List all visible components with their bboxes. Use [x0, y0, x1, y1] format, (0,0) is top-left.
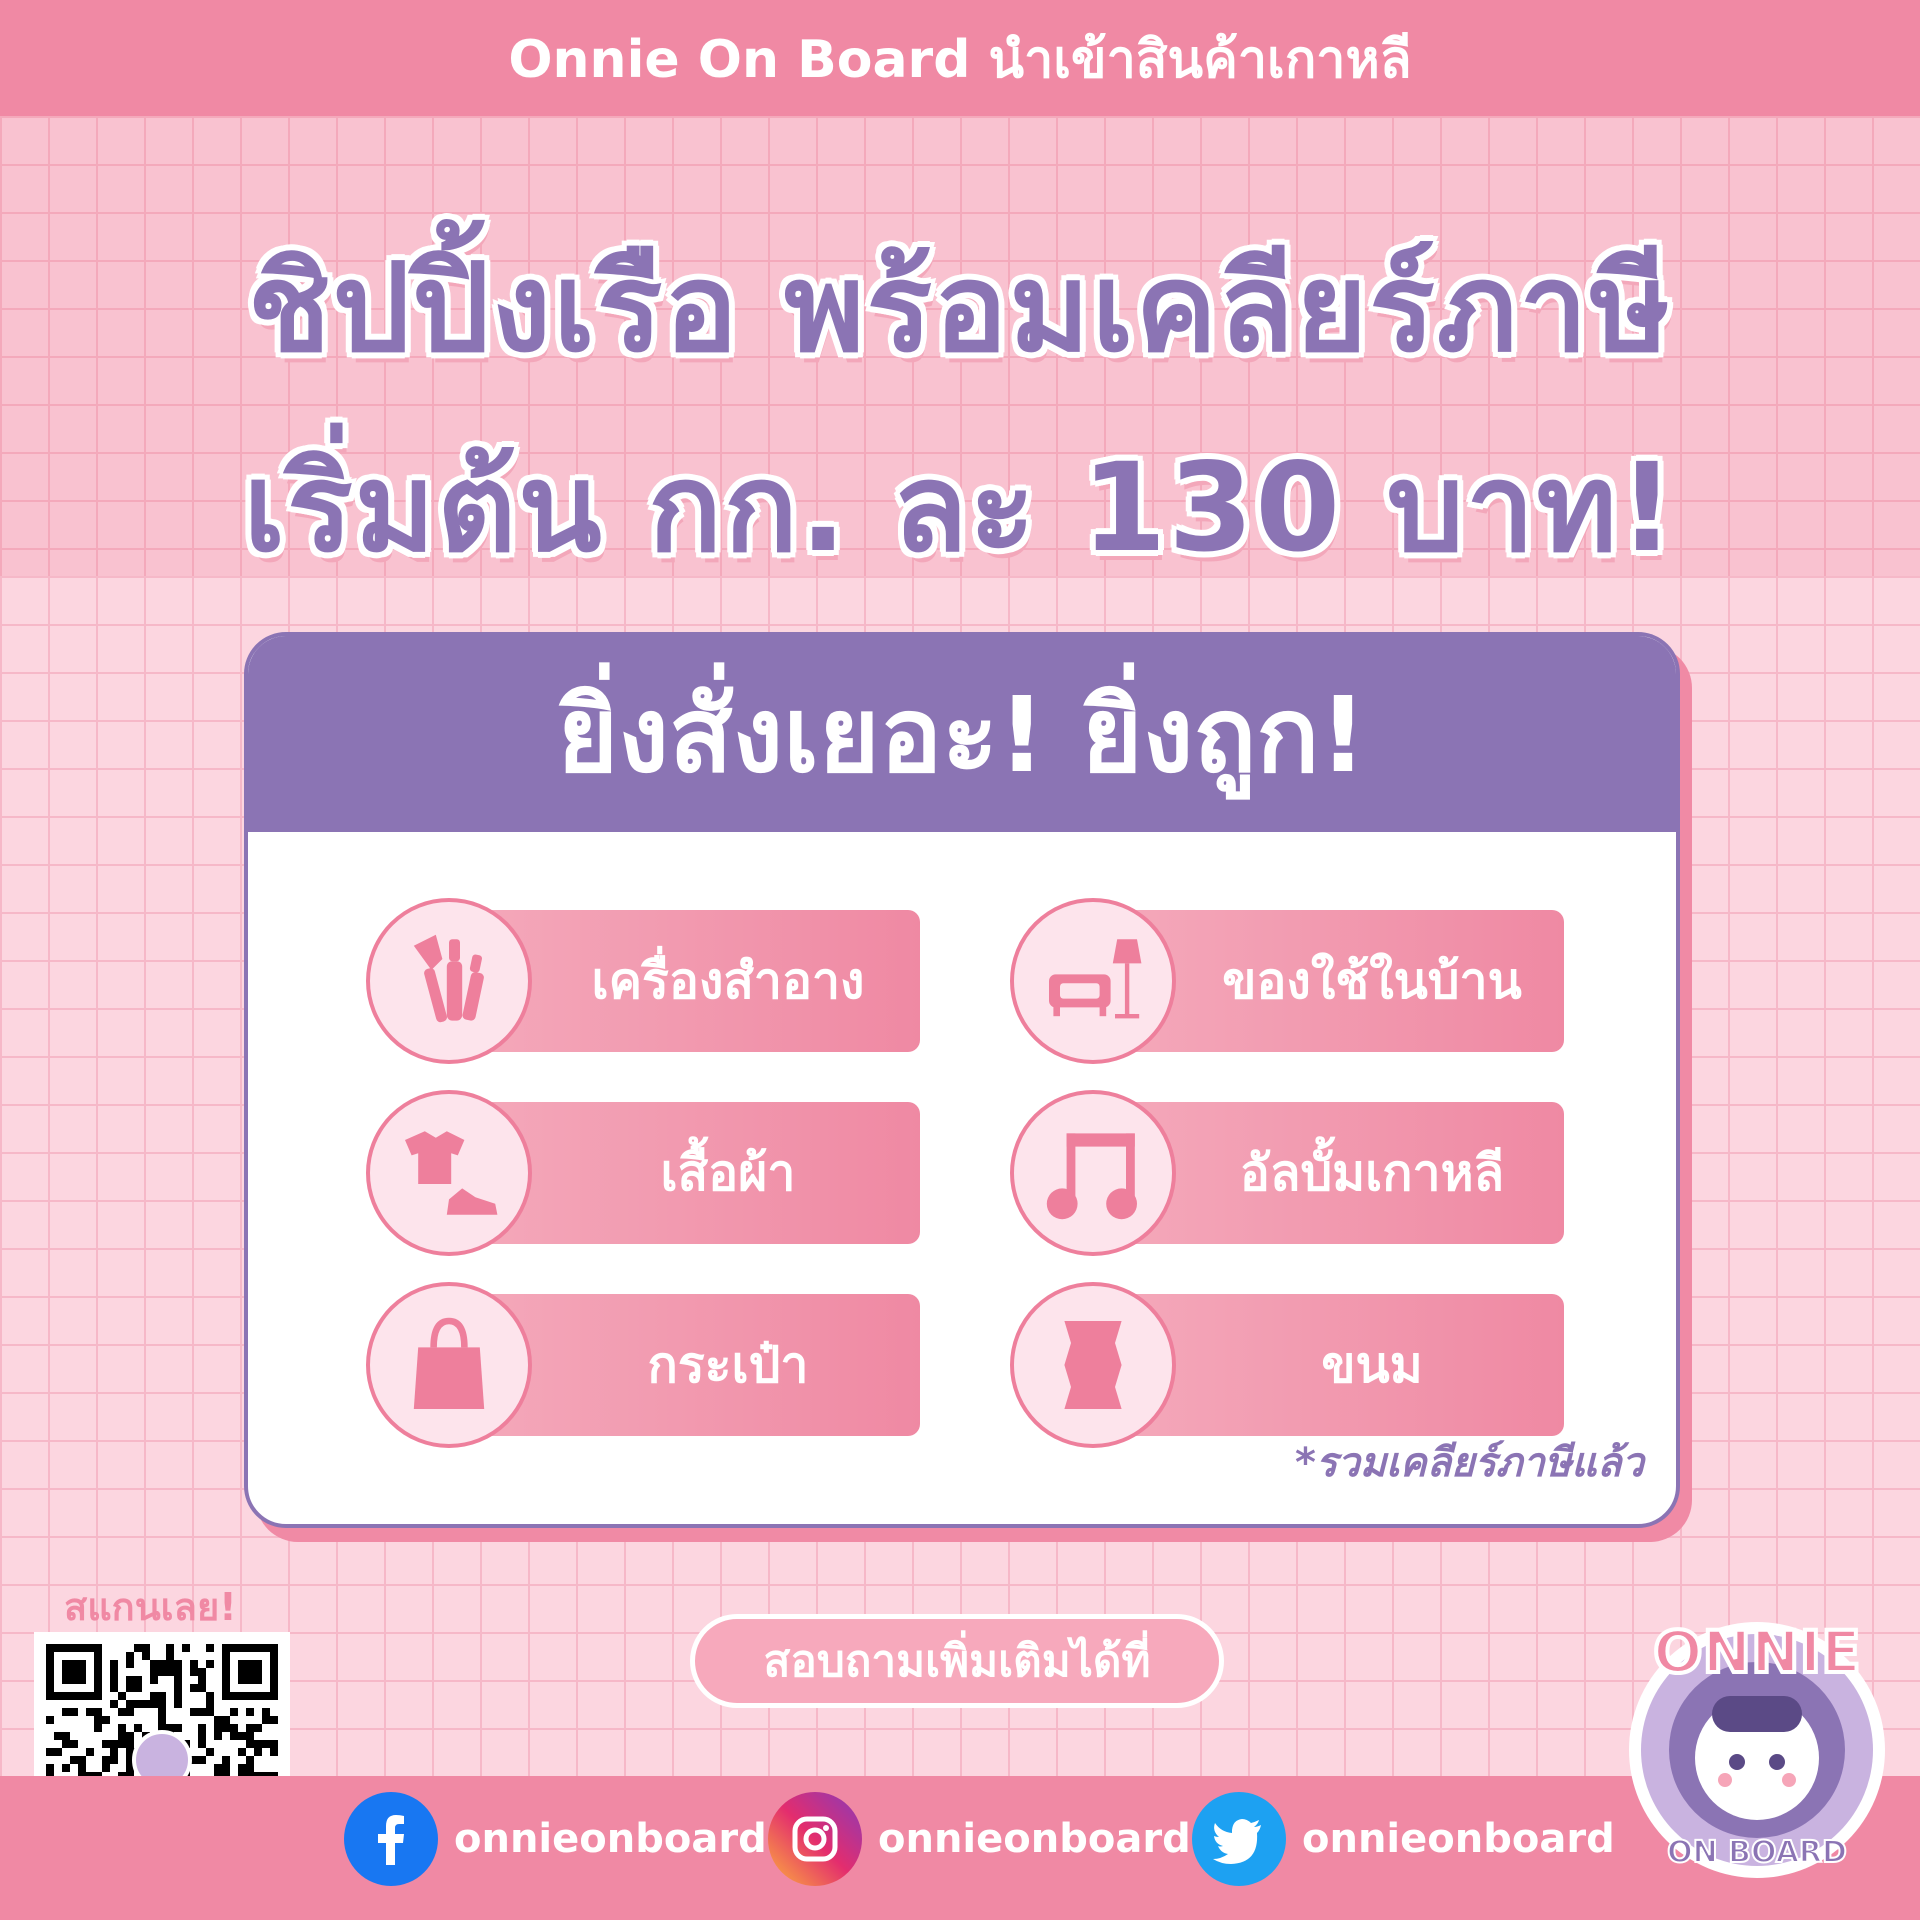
- twitter-icon: [1192, 1792, 1286, 1886]
- onnie-logo: ONNIE ON BOARD: [1612, 1600, 1902, 1890]
- instagram-handle: onnieonboard: [878, 1816, 1191, 1862]
- scan-label: สแกนเลย!: [64, 1585, 237, 1629]
- facebook-handle: onnieonboard: [454, 1816, 767, 1862]
- category-label: เครื่องสำอาง: [591, 951, 865, 1010]
- headline-line2: เริ่มต้น กก. ละ 130 บาท!: [243, 437, 1677, 579]
- inquire-button[interactable]: สอบถามเพิ่มเติมได้ที่: [690, 1614, 1224, 1708]
- category-label: กระเป๋า: [647, 1335, 809, 1394]
- category-label: เสื้อผ้า: [660, 1143, 796, 1202]
- facebook-link[interactable]: onnieonboard: [344, 1792, 767, 1886]
- category-label: ขนม: [1321, 1335, 1423, 1394]
- twitter-link[interactable]: onnieonboard: [1192, 1792, 1615, 1886]
- product-card: ยิ่งสั่งเยอะ! ยิ่งถูก! เครื่องสำอาง ของใ…: [244, 632, 1680, 1528]
- snack-icon: [1010, 1282, 1176, 1448]
- instagram-link[interactable]: onnieonboard: [768, 1792, 1191, 1886]
- headline-line1: ชิปปิ้งเรือ พร้อมเคลียร์ภาษี: [247, 237, 1673, 379]
- music-note-icon: [1010, 1090, 1176, 1256]
- category-kpop-album: อัลบั้มเกาหลี: [1010, 1090, 1564, 1256]
- logo-bottom-text: ON BOARD: [1667, 1835, 1847, 1870]
- category-cosmetics: เครื่องสำอาง: [366, 898, 920, 1064]
- category-label: ของใช้ในบ้าน: [1222, 951, 1522, 1010]
- logo-top-text: ONNIE: [1653, 1618, 1861, 1686]
- header-title: Onnie On Board นำเข้าสินค้าเกาหลี: [508, 29, 1412, 90]
- twitter-handle: onnieonboard: [1302, 1816, 1615, 1862]
- facebook-icon: [344, 1792, 438, 1886]
- category-bags: กระเป๋า: [366, 1282, 920, 1448]
- category-label: อัลบั้มเกาหลี: [1239, 1143, 1505, 1202]
- card-header: ยิ่งสั่งเยอะ! ยิ่งถูก!: [248, 636, 1676, 832]
- header-bar: Onnie On Board นำเข้าสินค้าเกาหลี: [0, 0, 1920, 116]
- makeup-brush-icon: [366, 898, 532, 1064]
- bag-icon: [366, 1282, 532, 1448]
- category-snacks: ขนม: [1010, 1282, 1564, 1448]
- category-household: ของใช้ในบ้าน: [1010, 898, 1564, 1064]
- sofa-lamp-icon: [1010, 898, 1176, 1064]
- tax-note: *รวมเคลียร์ภาษีแล้ว: [1294, 1440, 1644, 1486]
- instagram-icon: [768, 1792, 862, 1886]
- card-title: ยิ่งสั่งเยอะ! ยิ่งถูก!: [557, 673, 1367, 796]
- inquire-label: สอบถามเพิ่มเติมได้ที่: [763, 1636, 1151, 1687]
- category-clothing: เสื้อผ้า: [366, 1090, 920, 1256]
- clothes-shoe-icon: [366, 1090, 532, 1256]
